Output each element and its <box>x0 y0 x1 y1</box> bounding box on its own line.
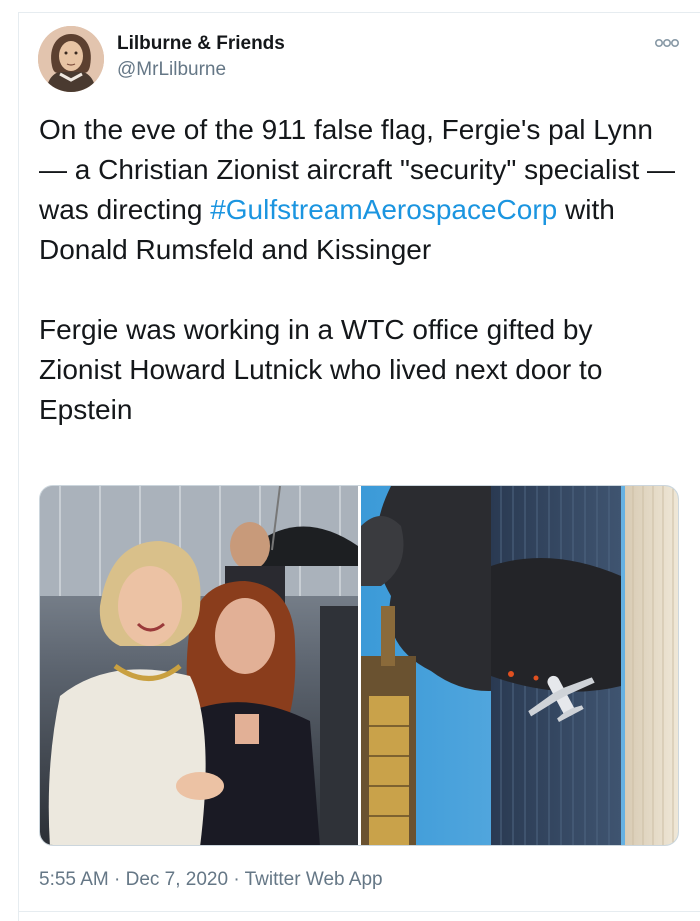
hashtag-link[interactable]: #GulfstreamAerospaceCorp <box>210 194 557 225</box>
tweet-bottom-divider <box>18 911 700 912</box>
tweet-text: On the eve of the 911 false flag, Fergie… <box>39 110 679 430</box>
more-options-button[interactable] <box>652 34 682 52</box>
photo-two-women[interactable] <box>40 486 358 845</box>
timestamp-time[interactable]: 5:55 AM <box>39 869 109 890</box>
tweet-left-divider <box>18 12 19 921</box>
author-display-name[interactable]: Lilburne & Friends <box>117 33 285 55</box>
tweet-top-divider <box>18 12 700 13</box>
photo-tower-image <box>361 486 678 845</box>
photo-women-image <box>40 486 358 845</box>
tweet-media-grid <box>39 485 679 846</box>
meta-separator-1: · <box>114 869 121 890</box>
author-avatar[interactable] <box>38 26 104 92</box>
photo-wtc-plane[interactable] <box>361 486 678 845</box>
tweet-text-part-2: with Donald Rumsfeld and Kissinger Fergi… <box>39 194 615 425</box>
portrait-avatar-icon <box>38 26 104 92</box>
more-dots-icon <box>654 39 679 48</box>
tweet-meta: 5:55 AM · Dec 7, 2020 · Twitter Web App <box>39 869 383 891</box>
meta-separator-2: · <box>233 869 240 890</box>
author-handle[interactable]: @MrLilburne <box>117 59 226 81</box>
timestamp-date[interactable]: Dec 7, 2020 <box>126 869 228 890</box>
tweet-source[interactable]: Twitter Web App <box>245 869 383 890</box>
